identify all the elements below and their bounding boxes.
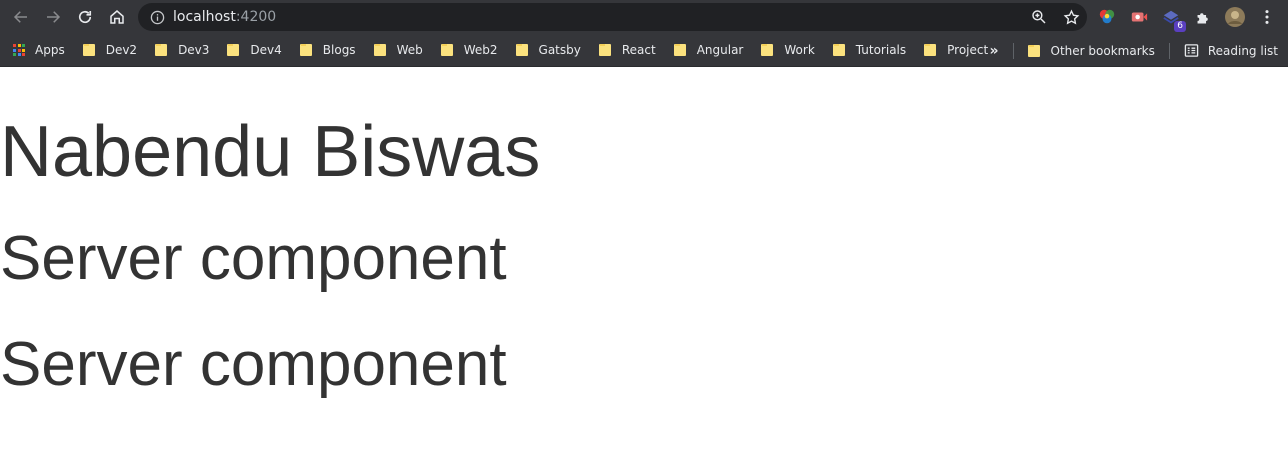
server-component-heading: Server component <box>0 224 507 293</box>
server-component-heading: Server component <box>0 330 507 399</box>
folder-icon <box>761 43 774 57</box>
folder-icon <box>832 43 846 57</box>
bookmark-folder[interactable]: Angular <box>668 37 750 63</box>
bookmark-folder[interactable]: Web <box>368 37 429 63</box>
folder-icon <box>373 43 387 57</box>
bookmark-label: Web2 <box>463 43 498 57</box>
reload-icon <box>78 10 92 24</box>
folder-icon <box>155 43 168 57</box>
bookmark-folder[interactable]: Blogs <box>294 37 362 63</box>
bookmark-label: Gatsby <box>538 43 581 57</box>
bookmark-label: Angular <box>696 43 744 57</box>
reading-list-button[interactable]: Reading list <box>1178 38 1284 64</box>
back-button[interactable] <box>5 1 37 33</box>
bookmark-other-bookmarks[interactable]: Other bookmarks <box>1022 38 1161 64</box>
extension-badge: 6 <box>1174 21 1186 32</box>
bookmark-label: Blogs <box>322 43 356 57</box>
forward-button[interactable] <box>37 1 69 33</box>
bookmark-label: Dev2 <box>105 43 138 57</box>
bookmark-folder[interactable]: Dev3 <box>149 37 215 63</box>
address-bar[interactable]: localhost:4200 <box>138 3 1087 31</box>
folder-icon <box>1027 44 1041 58</box>
folder-icon <box>924 43 937 57</box>
bookmarks-right-group: » Other bookmarks Reading list <box>983 34 1288 67</box>
folder-icon <box>440 43 454 57</box>
folder-icon <box>299 43 313 57</box>
extensions-area: 6 <box>1096 4 1278 32</box>
url-host: localhost <box>173 9 236 25</box>
bookmark-label: Reading list <box>1207 43 1278 58</box>
info-icon[interactable] <box>149 9 165 25</box>
arrow-right-icon <box>47 11 61 23</box>
bookmark-label: Other bookmarks <box>1050 43 1155 58</box>
bookmark-label: Apps <box>35 43 65 57</box>
bookmark-folder[interactable]: Web2 <box>435 37 504 63</box>
reading-list-icon <box>1184 44 1199 57</box>
bookmarks-overflow-button[interactable]: » <box>983 38 1004 64</box>
folder-icon <box>515 43 529 57</box>
bookmark-label: Project <box>947 43 989 57</box>
bookmark-label: React <box>621 43 656 57</box>
bookmarks-bar: Apps Dev2 Dev3 Dev4 Blogs Web Web2 Gatsb… <box>0 34 1288 67</box>
folder-icon <box>227 43 240 57</box>
stack-extension-icon[interactable]: 6 <box>1160 6 1186 32</box>
bookmark-label: Dev3 <box>178 43 210 57</box>
apps-grid-icon <box>13 44 25 56</box>
arrow-left-icon <box>13 11 27 23</box>
chevron-double-right-icon: » <box>989 42 999 59</box>
reload-button[interactable] <box>69 1 101 33</box>
bookmarks-divider <box>1168 42 1170 59</box>
bookmarks-divider <box>1012 42 1014 59</box>
home-icon <box>110 10 124 24</box>
page-title: Nabendu Biswas <box>0 112 541 192</box>
folder-icon <box>673 43 687 57</box>
bookmark-folder[interactable]: Tutorials <box>827 37 912 63</box>
bookmark-label: Dev4 <box>250 43 282 57</box>
bookmark-folder[interactable]: Work <box>755 37 820 63</box>
bookmark-apps[interactable]: Apps <box>13 37 71 63</box>
bookmark-folder[interactable]: Dev4 <box>221 37 287 63</box>
bookmark-star-icon[interactable] <box>1061 7 1081 27</box>
url-port: :4200 <box>235 9 277 25</box>
color-picker-extension-icon[interactable] <box>1096 6 1118 28</box>
menu-kebab-icon[interactable] <box>1256 6 1278 28</box>
browser-toolbar: localhost:4200 6 <box>0 0 1288 34</box>
zoom-icon[interactable] <box>1029 7 1049 27</box>
bookmark-folder[interactable]: Gatsby <box>510 37 587 63</box>
puzzle-extensions-icon[interactable] <box>1192 6 1214 28</box>
bookmark-label: Tutorials <box>855 43 907 57</box>
profile-avatar[interactable] <box>1224 6 1246 28</box>
folder-icon <box>82 43 96 57</box>
url-text[interactable]: localhost:4200 <box>173 9 276 25</box>
bookmark-folder[interactable]: Dev2 <box>77 37 143 63</box>
home-button[interactable] <box>101 1 133 33</box>
video-extension-icon[interactable] <box>1128 6 1150 28</box>
bookmark-label: Work <box>784 43 815 57</box>
bookmark-folder[interactable]: React <box>593 37 662 63</box>
folder-icon <box>598 43 612 57</box>
bookmark-label: Web <box>396 43 423 57</box>
